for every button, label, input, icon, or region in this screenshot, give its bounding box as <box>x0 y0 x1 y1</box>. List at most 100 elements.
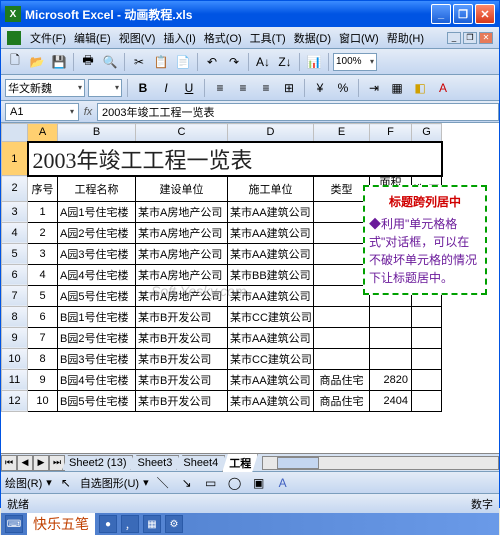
cell[interactable]: 某市BB建筑公司 <box>228 264 314 285</box>
preview-button[interactable]: 🔍 <box>100 52 120 72</box>
merge-center-button[interactable]: ⊞ <box>279 78 299 98</box>
horizontal-scrollbar[interactable] <box>262 456 499 470</box>
row-header[interactable]: 11 <box>2 369 28 390</box>
cell[interactable]: 8 <box>28 348 58 369</box>
cell[interactable]: 某市AA建筑公司 <box>228 285 314 306</box>
underline-button[interactable]: U <box>179 78 199 98</box>
tab-nav-last[interactable]: ⏭ <box>49 455 65 471</box>
menu-tools[interactable]: 工具(T) <box>247 29 289 47</box>
cell[interactable]: 2820 <box>370 369 412 390</box>
arrow-button[interactable]: ↘ <box>177 473 197 493</box>
cell[interactable]: A园5号住宅楼 <box>58 285 136 306</box>
sort-asc-button[interactable]: A↓ <box>253 52 273 72</box>
header-proj[interactable]: 工程名称 <box>58 176 136 202</box>
cell[interactable]: 某市A房地产公司 <box>136 201 228 222</box>
cell[interactable]: 2 <box>28 222 58 243</box>
ime-punct-button[interactable]: ， <box>121 515 139 533</box>
menu-view[interactable]: 视图(V) <box>116 29 159 47</box>
new-button[interactable]: 🗋 <box>5 52 25 72</box>
print-button[interactable]: 🖶 <box>78 52 98 72</box>
cell[interactable]: 某市AA建筑公司 <box>228 327 314 348</box>
cell[interactable]: 10 <box>28 390 58 411</box>
cell[interactable] <box>314 348 370 369</box>
menu-edit[interactable]: 编辑(E) <box>71 29 114 47</box>
header-type[interactable]: 类型 <box>314 176 370 202</box>
cell[interactable] <box>314 243 370 264</box>
doc-close-button[interactable]: ✕ <box>479 32 493 44</box>
fx-button[interactable]: fx <box>79 106 97 118</box>
worksheet-grid[interactable]: A B C D E F G 1 2003年竣工工程一览表 2 序号 工程名称 建… <box>1 123 499 453</box>
header-seq[interactable]: 序号 <box>28 176 58 202</box>
menu-file[interactable]: 文件(F) <box>27 29 69 47</box>
cell[interactable]: 5 <box>28 285 58 306</box>
col-header-e[interactable]: E <box>314 124 370 142</box>
cell[interactable] <box>412 390 442 411</box>
menu-format[interactable]: 格式(O) <box>201 29 245 47</box>
currency-button[interactable]: ¥ <box>310 78 330 98</box>
zoom-select[interactable]: 100%▾ <box>333 53 377 71</box>
col-header-f[interactable]: F <box>370 124 412 142</box>
cell[interactable]: 某市AA建筑公司 <box>228 369 314 390</box>
sort-desc-button[interactable]: Z↓ <box>275 52 295 72</box>
undo-button[interactable]: ↶ <box>202 52 222 72</box>
align-left-button[interactable]: ≡ <box>210 78 230 98</box>
title-cell[interactable]: 2003年竣工工程一览表 <box>28 142 442 176</box>
rectangle-button[interactable]: ▭ <box>201 473 221 493</box>
sheet-tab[interactable]: Sheet2 (13) <box>62 455 133 470</box>
row-header[interactable]: 3 <box>2 201 28 222</box>
cell[interactable] <box>314 222 370 243</box>
cell[interactable]: 某市AA建筑公司 <box>228 390 314 411</box>
line-button[interactable]: ＼ <box>153 473 173 493</box>
formula-input[interactable]: 2003年竣工工程一览表 <box>97 103 499 121</box>
cell[interactable]: 9 <box>28 369 58 390</box>
row-header[interactable]: 9 <box>2 327 28 348</box>
align-center-button[interactable]: ≡ <box>233 78 253 98</box>
cell[interactable]: B园4号住宅楼 <box>58 369 136 390</box>
row-header-2[interactable]: 2 <box>2 176 28 202</box>
bold-button[interactable]: B <box>133 78 153 98</box>
col-header-c[interactable]: C <box>136 124 228 142</box>
doc-restore-button[interactable]: ❐ <box>463 32 477 44</box>
cell[interactable] <box>412 327 442 348</box>
sheet-tab[interactable]: Sheet4 <box>176 455 225 470</box>
col-header-a[interactable]: A <box>28 124 58 142</box>
tab-nav-prev[interactable]: ◀ <box>17 455 33 471</box>
menu-data[interactable]: 数据(D) <box>291 29 334 47</box>
cell[interactable]: 商品住宅 <box>314 390 370 411</box>
cell[interactable]: 某市A房地产公司 <box>136 264 228 285</box>
row-header[interactable]: 10 <box>2 348 28 369</box>
cell[interactable]: 6 <box>28 306 58 327</box>
cell[interactable]: 某市A房地产公司 <box>136 222 228 243</box>
font-size-select[interactable]: ▾ <box>88 79 122 97</box>
cell[interactable] <box>370 348 412 369</box>
redo-button[interactable]: ↷ <box>224 52 244 72</box>
ime-softkbd-button[interactable]: ▦ <box>143 515 161 533</box>
cell[interactable]: B园1号住宅楼 <box>58 306 136 327</box>
font-color-button[interactable]: A <box>433 78 453 98</box>
italic-button[interactable]: I <box>156 78 176 98</box>
header-constr[interactable]: 施工单位 <box>228 176 314 202</box>
cell[interactable]: 2404 <box>370 390 412 411</box>
cell[interactable] <box>314 285 370 306</box>
cell[interactable] <box>412 306 442 327</box>
row-header[interactable]: 12 <box>2 390 28 411</box>
wordart-button[interactable]: A <box>273 473 293 493</box>
cell[interactable] <box>412 369 442 390</box>
cell[interactable]: A园1号住宅楼 <box>58 201 136 222</box>
header-build[interactable]: 建设单位 <box>136 176 228 202</box>
cell[interactable] <box>314 264 370 285</box>
row-header[interactable]: 6 <box>2 264 28 285</box>
cell[interactable]: 某市AA建筑公司 <box>228 243 314 264</box>
cell[interactable]: 某市B开发公司 <box>136 306 228 327</box>
sheet-tab-active[interactable]: 工程 <box>222 453 258 472</box>
row-header[interactable]: 7 <box>2 285 28 306</box>
autoshapes-menu[interactable]: 自选图形(U) <box>80 475 139 491</box>
borders-button[interactable]: ▦ <box>387 78 407 98</box>
cell[interactable]: 某市A房地产公司 <box>136 243 228 264</box>
oval-button[interactable]: ◯ <box>225 473 245 493</box>
sheet-tab[interactable]: Sheet3 <box>130 455 179 470</box>
cell[interactable]: 某市AA建筑公司 <box>228 222 314 243</box>
ime-keyboard-icon[interactable]: ⌨ <box>5 515 23 533</box>
cell[interactable] <box>314 201 370 222</box>
select-all-corner[interactable] <box>2 124 28 142</box>
